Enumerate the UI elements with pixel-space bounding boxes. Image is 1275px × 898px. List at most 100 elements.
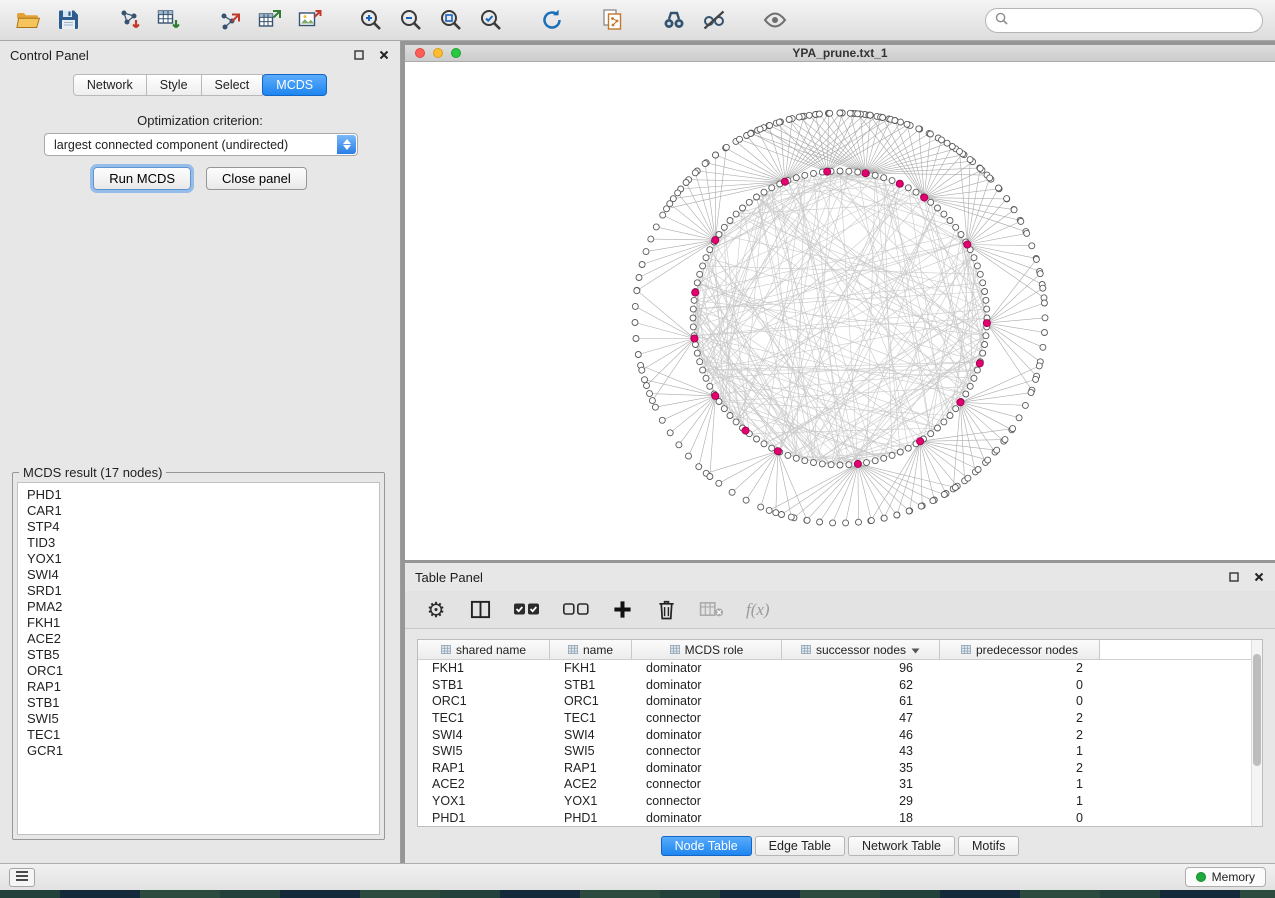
open-folder-icon[interactable] bbox=[12, 4, 44, 36]
table-cell: PHD1 bbox=[550, 811, 632, 825]
mcds-result-item[interactable]: PHD1 bbox=[27, 487, 370, 503]
close-panel-button[interactable]: Close panel bbox=[206, 167, 307, 190]
tab-mcds[interactable]: MCDS bbox=[262, 74, 327, 96]
mcds-result-item[interactable]: TEC1 bbox=[27, 727, 370, 743]
mcds-result-item[interactable]: CAR1 bbox=[27, 503, 370, 519]
zoom-selected-icon[interactable] bbox=[475, 4, 507, 36]
table-row[interactable]: ORC1ORC1dominator610 bbox=[418, 693, 1262, 710]
table-row[interactable]: TEC1TEC1connector472 bbox=[418, 710, 1262, 727]
sort-arrow-icon[interactable] bbox=[911, 643, 920, 657]
table-row[interactable]: FKH1FKH1dominator962 bbox=[418, 660, 1262, 677]
close-window-icon[interactable] bbox=[415, 48, 425, 58]
column-header-shared-name[interactable]: shared name bbox=[418, 640, 550, 659]
table-row[interactable]: YOX1YOX1connector291 bbox=[418, 793, 1262, 810]
table-scrollbar[interactable] bbox=[1251, 640, 1262, 826]
zoom-out-icon[interactable] bbox=[395, 4, 427, 36]
mcds-result-item[interactable]: GCR1 bbox=[27, 743, 370, 759]
mcds-result-item[interactable]: STB1 bbox=[27, 695, 370, 711]
status-bar: Memory bbox=[0, 863, 1275, 890]
scrollbar-thumb[interactable] bbox=[1253, 654, 1261, 766]
optimization-criterion-value: largest connected component (undirected) bbox=[54, 138, 288, 152]
column-header-label: shared name bbox=[456, 643, 526, 657]
search-network-icon[interactable] bbox=[658, 4, 690, 36]
tab-style[interactable]: Style bbox=[146, 74, 202, 96]
network-window-titlebar[interactable]: YPA_prune.txt_1 bbox=[405, 45, 1275, 62]
table-cell: ORC1 bbox=[550, 694, 632, 708]
mcds-result-item[interactable]: SWI5 bbox=[27, 711, 370, 727]
optimization-criterion-select[interactable]: largest connected component (undirected) bbox=[44, 133, 358, 156]
export-network-icon[interactable] bbox=[214, 4, 246, 36]
search-box[interactable] bbox=[985, 8, 1263, 33]
add-icon[interactable] bbox=[611, 598, 633, 622]
mcds-result-item[interactable]: RAP1 bbox=[27, 679, 370, 695]
import-network-icon[interactable] bbox=[113, 4, 145, 36]
table-row[interactable]: PHD1PHD1dominator180 bbox=[418, 809, 1262, 826]
panel-menu-button[interactable] bbox=[9, 868, 35, 887]
tab-select[interactable]: Select bbox=[201, 74, 264, 96]
table-cell: ACE2 bbox=[550, 777, 632, 791]
import-table-icon[interactable] bbox=[153, 4, 185, 36]
list-menu-icon bbox=[15, 870, 29, 885]
table-row[interactable]: SWI5SWI5connector431 bbox=[418, 743, 1262, 760]
tab-network[interactable]: Network bbox=[73, 74, 147, 96]
tab-edge-table[interactable]: Edge Table bbox=[755, 836, 845, 856]
mcds-result-item[interactable]: SWI4 bbox=[27, 567, 370, 583]
mcds-result-item[interactable]: ORC1 bbox=[27, 663, 370, 679]
export-table-icon[interactable] bbox=[254, 4, 286, 36]
mcds-result-item[interactable]: PMA2 bbox=[27, 599, 370, 615]
column-header-name[interactable]: name bbox=[550, 640, 632, 659]
combo-stepper-icon[interactable] bbox=[337, 135, 356, 154]
table-cell: 29 bbox=[782, 794, 940, 808]
tab-network-table[interactable]: Network Table bbox=[848, 836, 955, 856]
network-window-title: YPA_prune.txt_1 bbox=[792, 46, 887, 60]
table-cell: FKH1 bbox=[550, 661, 632, 675]
zoom-in-icon[interactable] bbox=[355, 4, 387, 36]
tab-motifs[interactable]: Motifs bbox=[958, 836, 1019, 856]
refresh-icon[interactable] bbox=[536, 4, 568, 36]
table-row[interactable]: SWI4SWI4dominator462 bbox=[418, 726, 1262, 743]
close-table-panel-icon[interactable] bbox=[1252, 571, 1265, 584]
deselect-all-icon[interactable] bbox=[562, 598, 589, 622]
table-rows: FKH1FKH1dominator962STB1STB1dominator620… bbox=[418, 660, 1262, 826]
mcds-result-item[interactable]: FKH1 bbox=[27, 615, 370, 631]
memory-button[interactable]: Memory bbox=[1185, 867, 1266, 887]
delete-icon[interactable] bbox=[655, 598, 677, 622]
settings-icon[interactable]: ⚙ bbox=[425, 598, 447, 622]
minimize-window-icon[interactable] bbox=[433, 48, 443, 58]
search-input[interactable] bbox=[1013, 13, 1253, 27]
float-panel-icon[interactable] bbox=[352, 49, 365, 62]
table-cell: SWI4 bbox=[550, 728, 632, 742]
table-row[interactable]: STB1STB1dominator620 bbox=[418, 677, 1262, 694]
mcds-result-item[interactable]: YOX1 bbox=[27, 551, 370, 567]
table-row[interactable]: ACE2ACE2connector311 bbox=[418, 776, 1262, 793]
close-panel-icon[interactable] bbox=[377, 49, 390, 62]
clear-table-icon[interactable] bbox=[699, 598, 724, 622]
network-canvas[interactable] bbox=[405, 62, 1275, 559]
hide-selected-icon[interactable] bbox=[698, 4, 730, 36]
table-cell: 43 bbox=[782, 744, 940, 758]
float-table-panel-icon[interactable] bbox=[1227, 571, 1240, 584]
table-row[interactable]: RAP1RAP1dominator352 bbox=[418, 760, 1262, 777]
mcds-result-item[interactable]: STB5 bbox=[27, 647, 370, 663]
column-header-successor-nodes[interactable]: successor nodes bbox=[782, 640, 940, 659]
mcds-result-item[interactable]: ACE2 bbox=[27, 631, 370, 647]
columns-icon[interactable] bbox=[469, 598, 491, 622]
table-cell: dominator bbox=[632, 811, 782, 825]
tab-node-table[interactable]: Node Table bbox=[661, 836, 752, 856]
copy-network-icon[interactable] bbox=[597, 4, 629, 36]
save-icon[interactable] bbox=[52, 4, 84, 36]
column-header-predecessor-nodes[interactable]: predecessor nodes bbox=[940, 640, 1100, 659]
column-header-mcds-role[interactable]: MCDS role bbox=[632, 640, 782, 659]
mcds-result-item[interactable]: SRD1 bbox=[27, 583, 370, 599]
select-all-icon[interactable] bbox=[513, 598, 540, 622]
table-cell: TEC1 bbox=[418, 711, 550, 725]
run-mcds-button[interactable]: Run MCDS bbox=[93, 167, 191, 190]
mcds-result-item[interactable]: STP4 bbox=[27, 519, 370, 535]
zoom-fit-icon[interactable] bbox=[435, 4, 467, 36]
mcds-result-item[interactable]: TID3 bbox=[27, 535, 370, 551]
export-image-icon[interactable] bbox=[294, 4, 326, 36]
mcds-result-list[interactable]: PHD1CAR1STP4TID3YOX1SWI4SRD1PMA2FKH1ACE2… bbox=[17, 482, 380, 835]
function-icon[interactable]: f(x) bbox=[746, 598, 770, 622]
zoom-window-icon[interactable] bbox=[451, 48, 461, 58]
show-all-icon[interactable] bbox=[759, 4, 791, 36]
